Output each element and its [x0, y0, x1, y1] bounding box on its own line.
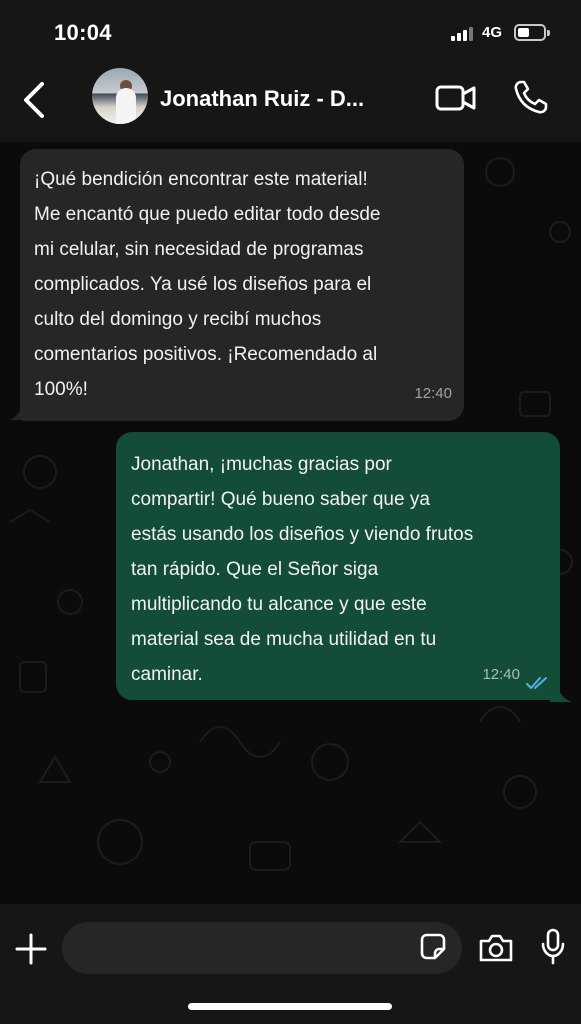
network-type: 4G: [482, 24, 503, 41]
plus-icon[interactable]: [14, 932, 48, 966]
status-time: 10:04: [54, 20, 112, 45]
status-bar: 10:04 4G: [0, 0, 581, 62]
chat-header: Jonathan Ruiz - D...: [0, 62, 581, 142]
battery-fill: [518, 28, 529, 37]
avatar[interactable]: [92, 68, 148, 124]
microphone-icon[interactable]: [540, 928, 566, 966]
message-text: Jonathan, ¡muchas gracias por compartir!…: [131, 454, 474, 685]
chevron-left-icon[interactable]: [18, 78, 54, 122]
message-input[interactable]: [62, 922, 462, 974]
contact-name[interactable]: Jonathan Ruiz - D...: [160, 86, 364, 112]
message-timestamp: 12:40: [414, 385, 452, 402]
message-timestamp: 12:40: [482, 666, 520, 683]
video-camera-icon[interactable]: [434, 80, 478, 116]
battery-icon: [514, 24, 550, 41]
phone-icon[interactable]: [512, 78, 550, 116]
sticker-icon[interactable]: [418, 932, 448, 962]
cellular-signal-icon: [451, 27, 473, 41]
camera-icon[interactable]: [478, 932, 514, 964]
outgoing-message[interactable]: Jonathan, ¡muchas gracias por compartir!…: [116, 432, 560, 700]
incoming-message[interactable]: ¡Qué bendición encontrar este material! …: [20, 149, 464, 421]
double-check-icon: [526, 677, 547, 689]
message-text: ¡Qué bendición encontrar este material! …: [34, 169, 381, 400]
home-indicator[interactable]: [188, 1003, 392, 1010]
message-list[interactable]: ¡Qué bendición encontrar este material! …: [0, 142, 581, 904]
